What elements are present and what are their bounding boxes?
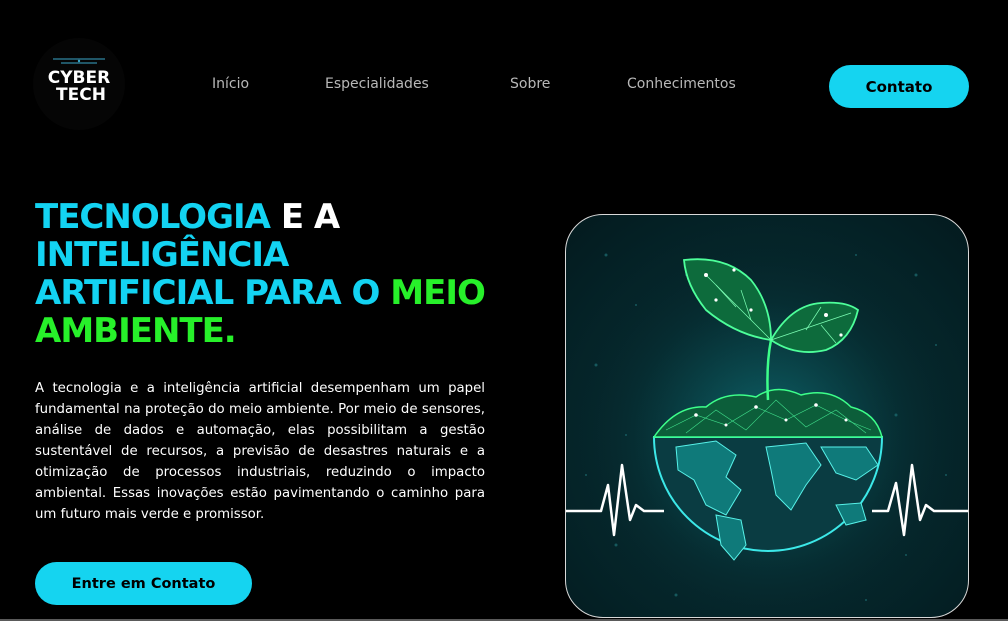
hero-paragraph: A tecnologia e a inteligência artificial… xyxy=(35,381,485,522)
contact-button[interactable]: Contato xyxy=(829,65,969,108)
hero-illustration xyxy=(565,214,969,618)
hero-title-part-3: INTELIGÊNCIA ARTIFICIAL PARA O xyxy=(35,235,380,313)
brand-logo[interactable]: CYBER TECH xyxy=(33,38,125,130)
nav-item-conhecimentos[interactable]: Conhecimentos xyxy=(627,76,736,92)
cta-contact-button[interactable]: Entre em Contato xyxy=(35,562,252,605)
hero-title-part-2: E A xyxy=(280,197,340,237)
circuit-lines-icon xyxy=(53,58,105,64)
logo-line-2: TECH xyxy=(56,85,106,105)
hero-title-part-1: TECNOLOGIA xyxy=(35,197,271,237)
logo-wordmark: CYBER TECH xyxy=(48,70,110,104)
nav-item-sobre[interactable]: Sobre xyxy=(510,76,550,92)
nav-item-especialidades[interactable]: Especialidades xyxy=(325,76,429,92)
page: CYBER TECH Início Especialidades Sobre C… xyxy=(0,0,1008,621)
hero-title: TECNOLOGIA E A INTELIGÊNCIA ARTIFICIAL P… xyxy=(35,198,495,350)
plant-globe-heartbeat-icon xyxy=(566,215,968,617)
nav-item-inicio[interactable]: Início xyxy=(212,76,249,92)
